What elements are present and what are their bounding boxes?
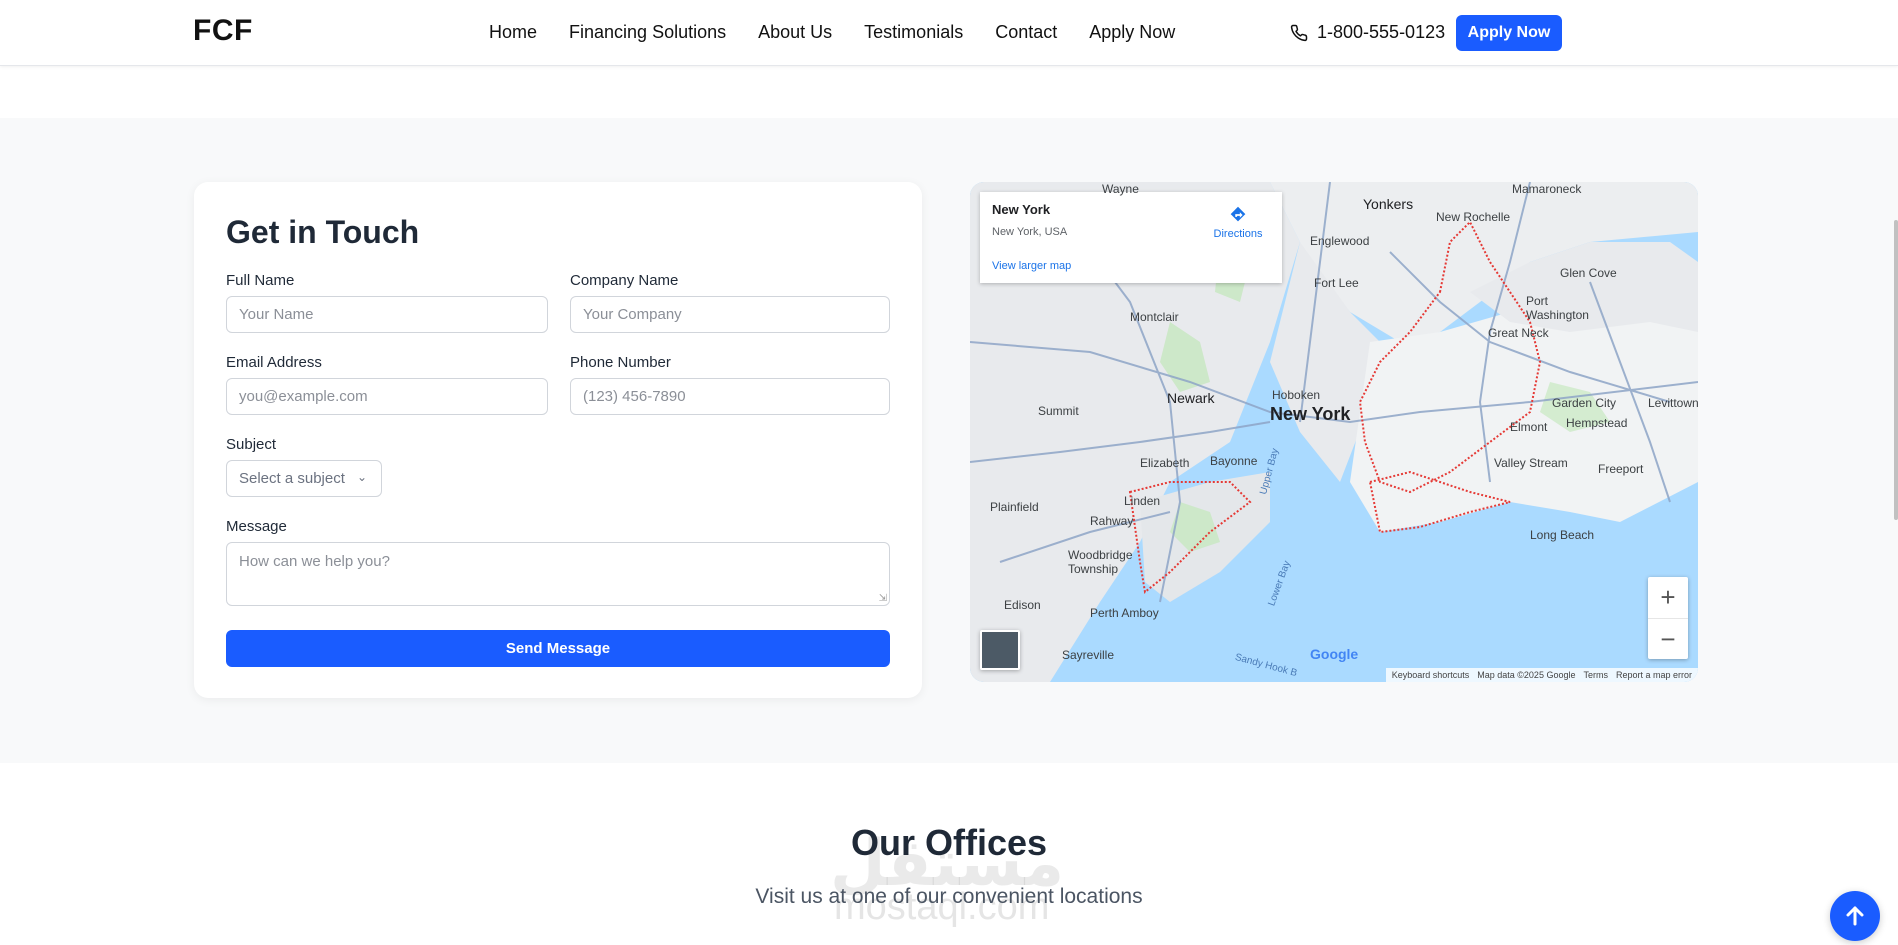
map-label-sayreville: Sayreville xyxy=(1062,648,1115,662)
phone-number: 1-800-555-0123 xyxy=(1317,22,1446,42)
scroll-to-top-button[interactable] xyxy=(1830,891,1880,941)
message-label: Message xyxy=(226,518,287,535)
satellite-layer-toggle[interactable] xyxy=(980,630,1020,670)
zoom-in-button[interactable]: + xyxy=(1648,577,1688,618)
form-title: Get in Touch xyxy=(226,214,420,250)
nav-about-us[interactable]: About Us xyxy=(758,22,832,43)
nav-contact[interactable]: Contact xyxy=(995,22,1057,43)
keyboard-shortcuts-link[interactable]: Keyboard shortcuts xyxy=(1392,670,1470,680)
map-label-fort-lee: Fort Lee xyxy=(1314,276,1359,290)
subject-label: Subject xyxy=(226,436,277,453)
map-attribution: Keyboard shortcuts Map data ©2025 Google… xyxy=(1385,668,1698,682)
subject-select[interactable]: Select a subject ⌄ xyxy=(226,460,382,497)
map-label-wayne: Wayne xyxy=(1102,182,1139,196)
map-label-freeport: Freeport xyxy=(1598,462,1644,476)
contact-form-card: Get in Touch Full Name Your Name Company… xyxy=(194,182,922,698)
map-label-elmont: Elmont xyxy=(1510,420,1548,434)
map-label-elizabeth: Elizabeth xyxy=(1140,456,1190,470)
nav-apply-now[interactable]: Apply Now xyxy=(1089,22,1175,43)
map-label-hempstead: Hempstead xyxy=(1566,416,1628,430)
company-name-label: Company Name xyxy=(570,272,679,289)
map-label-bayonne: Bayonne xyxy=(1210,454,1258,468)
site-header: FCF Home Financing Solutions About Us Te… xyxy=(0,0,1898,66)
google-logo: Google xyxy=(1310,646,1358,662)
full-name-input[interactable]: Your Name xyxy=(226,296,548,333)
place-info-card: New York New York, USA View larger map D… xyxy=(980,192,1282,283)
google-logo-text: Google xyxy=(1310,646,1359,662)
nav-home[interactable]: Home xyxy=(489,22,537,43)
message-placeholder: How can we help you? xyxy=(239,553,390,570)
map-label-rahway: Rahway xyxy=(1090,514,1134,528)
message-textarea[interactable]: How can we help you? ⇲ xyxy=(226,542,890,606)
map-label-montclair: Montclair xyxy=(1130,310,1179,324)
map-label-new-rochelle: New Rochelle xyxy=(1436,210,1511,224)
arrow-up-icon xyxy=(1846,906,1864,926)
phone-label: Phone Number xyxy=(570,354,671,371)
directions-icon xyxy=(1230,206,1246,222)
map-label-plainfield: Plainfield xyxy=(990,500,1039,514)
phone-link[interactable]: 1-800-555-0123 xyxy=(1290,22,1445,43)
map-label-linden: Linden xyxy=(1124,494,1161,508)
map-label-mamaroneck: Mamaroneck xyxy=(1512,182,1582,196)
map-label-yonkers: Yonkers xyxy=(1363,196,1414,212)
nav-financing-solutions[interactable]: Financing Solutions xyxy=(569,22,726,43)
map-label-woodbridge: Woodbridge Township xyxy=(1068,548,1133,576)
page-scrollbar[interactable] xyxy=(1894,220,1898,520)
terms-link[interactable]: Terms xyxy=(1583,670,1608,680)
map-label-garden-city: Garden City xyxy=(1552,396,1617,410)
main-nav: Home Financing Solutions About Us Testim… xyxy=(489,22,1175,43)
full-name-label: Full Name xyxy=(226,272,295,289)
map-label-new-york: New York xyxy=(1270,404,1351,424)
phone-icon xyxy=(1290,24,1308,41)
place-subtitle: New York, USA xyxy=(992,226,1068,238)
logo[interactable]: FCF xyxy=(193,14,253,48)
map-label-great-neck: Great Neck xyxy=(1488,326,1549,340)
map-data-text: Map data ©2025 Google xyxy=(1477,670,1576,680)
map-label-perth-amboy: Perth Amboy xyxy=(1090,606,1159,620)
offices-subtitle: Visit us at one of our convenient locati… xyxy=(755,885,1143,908)
chevron-down-icon: ⌄ xyxy=(356,470,367,484)
map-label-levittown: Levittown xyxy=(1648,396,1698,410)
map-label-newark: Newark xyxy=(1167,390,1215,406)
map-label-glen-cove: Glen Cove xyxy=(1560,266,1617,280)
offices-title: Our Offices xyxy=(850,822,1048,863)
resize-handle-icon[interactable]: ⇲ xyxy=(879,593,887,604)
map-label-summit: Summit xyxy=(1038,404,1079,418)
company-name-input[interactable]: Your Company xyxy=(570,296,890,333)
zoom-out-button[interactable]: − xyxy=(1648,618,1688,659)
map-label-englewood: Englewood xyxy=(1310,234,1370,248)
nav-testimonials[interactable]: Testimonials xyxy=(864,22,963,43)
directions-button[interactable]: Directions xyxy=(1208,204,1268,240)
zoom-controls: + − xyxy=(1648,577,1688,659)
plus-icon: + xyxy=(1660,582,1676,612)
map-embed[interactable]: New York New York, USA View larger map D… xyxy=(970,182,1698,682)
map-label-edison: Edison xyxy=(1004,598,1041,612)
map-label-port-washington: Port Washington xyxy=(1526,294,1589,322)
email-input[interactable]: you@example.com xyxy=(226,378,548,415)
apply-now-button[interactable]: Apply Now xyxy=(1456,15,1562,51)
view-larger-map-link[interactable]: View larger map xyxy=(992,260,1071,272)
map-label-long-beach: Long Beach xyxy=(1530,528,1595,542)
map-label-hoboken: Hoboken xyxy=(1272,388,1321,402)
report-error-link[interactable]: Report a map error xyxy=(1616,670,1692,680)
directions-label: Directions xyxy=(1213,228,1263,240)
place-title: New York xyxy=(992,202,1051,217)
phone-input[interactable]: (123) 456-7890 xyxy=(570,378,890,415)
map-label-valley-stream: Valley Stream xyxy=(1494,456,1568,470)
minus-icon: − xyxy=(1660,623,1676,654)
email-label: Email Address xyxy=(226,354,322,371)
send-message-button[interactable]: Send Message xyxy=(226,630,890,667)
subject-value: Select a subject xyxy=(239,470,345,487)
